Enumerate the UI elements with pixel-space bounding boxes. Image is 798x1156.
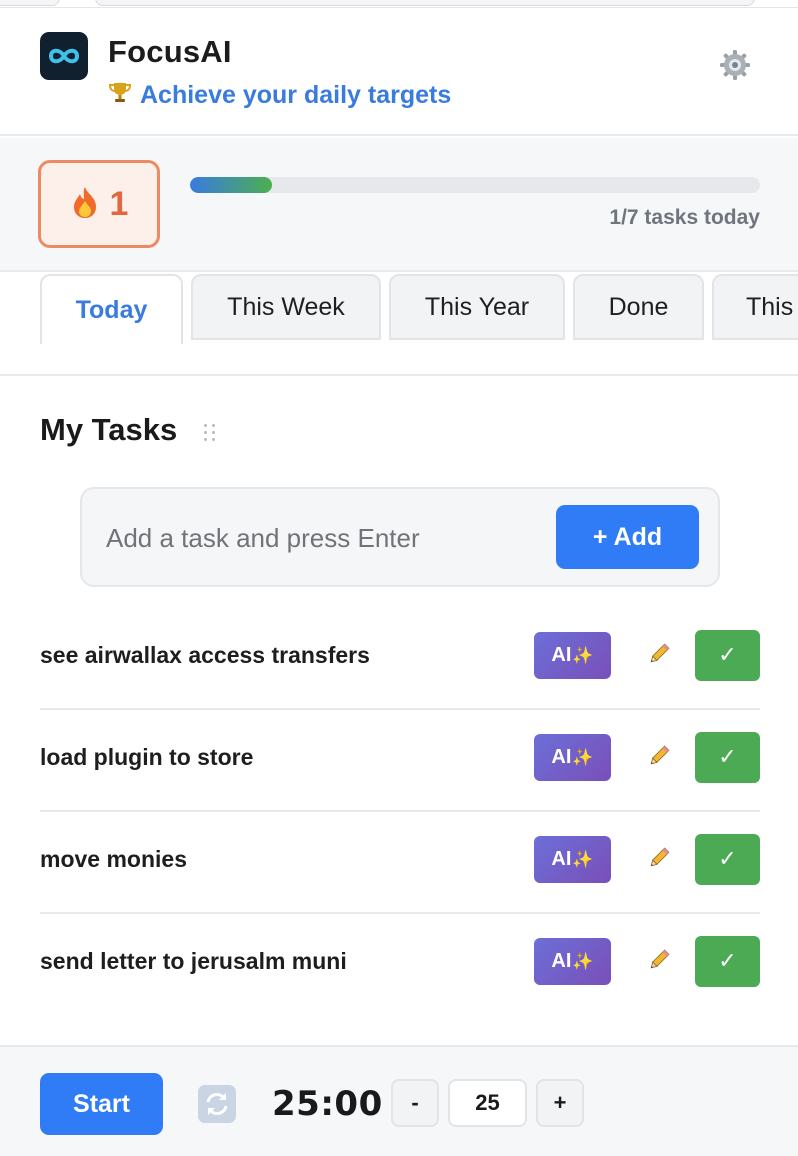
minutes-input[interactable]	[448, 1079, 527, 1127]
pencil-icon[interactable]	[644, 740, 674, 772]
timer-display: 25:00	[272, 1084, 383, 1124]
add-task-button[interactable]: + Add	[556, 505, 699, 569]
ai-assist-button[interactable]: AI ✨	[534, 632, 611, 679]
task-text: send letter to jerusalm muni	[40, 948, 347, 974]
pencil-icon[interactable]	[644, 842, 674, 874]
progress-text: 1/7 tasks today	[609, 206, 760, 229]
tab-this-year[interactable]: This Year	[389, 274, 565, 340]
tab-done[interactable]: Done	[573, 274, 704, 340]
browser-address-edge	[95, 0, 755, 6]
infinity-icon	[40, 32, 88, 80]
sparkle-icon: ✨	[572, 849, 594, 869]
task-text: see airwallax access transfers	[40, 642, 370, 668]
sparkle-icon: ✨	[572, 645, 594, 665]
start-button[interactable]: Start	[40, 1073, 163, 1135]
tasks-title: My Tasks	[40, 412, 178, 447]
sparkle-icon: ✨	[572, 951, 594, 971]
task-input[interactable]	[106, 515, 546, 561]
timer-footer: Start 25:00 - +	[0, 1045, 798, 1156]
gear-icon[interactable]	[716, 46, 754, 84]
pencil-icon[interactable]	[644, 638, 674, 670]
app-title: FocusAI	[108, 34, 232, 69]
ai-label: AI	[551, 950, 572, 972]
streak-badge: 1	[38, 160, 160, 248]
task-row: send letter to jerusalm muni AI ✨ ✓	[40, 914, 760, 1016]
subtitle: Achieve your daily targets	[108, 80, 451, 111]
progress-fill	[190, 177, 272, 193]
task-row: see airwallax access transfers AI ✨ ✓	[40, 608, 760, 710]
complete-button[interactable]: ✓	[695, 936, 760, 987]
tab-bar: Today This Week This Year Done This	[0, 272, 798, 376]
streak-count: 1	[109, 184, 129, 223]
refresh-icon[interactable]	[198, 1085, 236, 1123]
ai-label: AI	[551, 848, 572, 870]
ai-label: AI	[551, 746, 572, 768]
tab-this-week[interactable]: This Week	[191, 274, 381, 340]
ai-assist-button[interactable]: AI ✨	[534, 734, 611, 781]
task-text: move monies	[40, 846, 187, 872]
streak-section: 1 1/7 tasks today	[0, 138, 798, 272]
trophy-icon	[108, 80, 132, 111]
ai-assist-button[interactable]: AI ✨	[534, 836, 611, 883]
pencil-icon[interactable]	[644, 944, 674, 976]
complete-button[interactable]: ✓	[695, 732, 760, 783]
task-row: move monies AI ✨ ✓	[40, 812, 760, 914]
subtitle-text: Achieve your daily targets	[140, 81, 452, 109]
task-row: load plugin to store AI ✨ ✓	[40, 710, 760, 812]
ai-assist-button[interactable]: AI ✨	[534, 938, 611, 985]
decrease-minutes-button[interactable]: -	[391, 1079, 439, 1127]
drag-handle-icon[interactable]	[202, 423, 218, 441]
complete-button[interactable]: ✓	[695, 630, 760, 681]
progress-bar	[190, 177, 760, 193]
browser-tab-edge	[0, 0, 60, 6]
complete-button[interactable]: ✓	[695, 834, 760, 885]
browser-top-strip	[0, 0, 798, 8]
app-header: FocusAI Achieve your daily targets	[0, 8, 798, 136]
increase-minutes-button[interactable]: +	[536, 1079, 584, 1127]
task-text: load plugin to store	[40, 744, 254, 770]
add-task-bar: + Add	[80, 487, 720, 587]
sparkle-icon: ✨	[572, 747, 594, 767]
fire-icon	[70, 185, 100, 224]
ai-label: AI	[551, 644, 572, 666]
tab-today[interactable]: Today	[40, 274, 183, 344]
tab-this-truncated[interactable]: This	[712, 274, 798, 340]
